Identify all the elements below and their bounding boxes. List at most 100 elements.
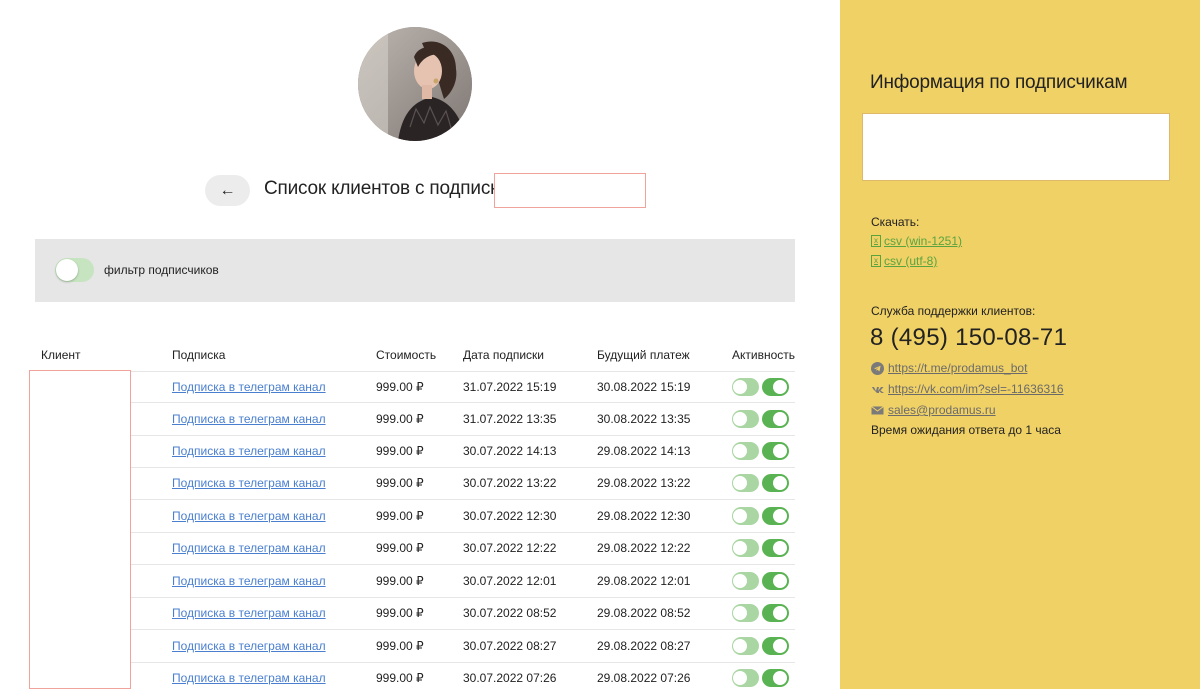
table-row: Подписка в телеграм канал 999.00 ₽ 31.07… [29, 404, 795, 436]
telegram-link-label: https://t.me/prodamus_bot [888, 361, 1028, 375]
activity-toggle[interactable] [762, 604, 789, 622]
telegram-icon [871, 361, 884, 375]
redacted-client-column [29, 370, 131, 689]
sidebar-title: Информация по подписчикам [870, 72, 1128, 93]
table-row: Подписка в телеграм канал 999.00 ₽ 30.07… [29, 598, 795, 630]
info-sidebar: Информация по подписчикам Скачать: x csv… [840, 0, 1200, 689]
vk-icon [871, 383, 884, 396]
subscription-link[interactable]: Подписка в телеграм канал [172, 671, 326, 685]
subscription-link[interactable]: Подписка в телеграм канал [172, 412, 326, 426]
vk-link-label: https://vk.com/im?sel=-11636316 [888, 382, 1064, 396]
page-title: Список клиентов с подписками [264, 178, 533, 199]
activity-toggle-secondary[interactable] [732, 572, 759, 590]
next-payment-cell: 29.08.2022 07:26 [597, 671, 691, 685]
price-cell: 999.00 ₽ [376, 412, 424, 426]
table-row: Подписка в телеграм канал 999.00 ₽ 31.07… [29, 371, 795, 403]
next-payment-cell: 29.08.2022 12:01 [597, 574, 691, 588]
table-row: Подписка в телеграм канал 999.00 ₽ 30.07… [29, 631, 795, 663]
next-payment-cell: 29.08.2022 12:30 [597, 509, 691, 523]
activity-toggle[interactable] [762, 637, 789, 655]
activity-toggle-secondary[interactable] [732, 410, 759, 428]
download-csv-win1251-link[interactable]: x csv (win-1251) [871, 234, 962, 248]
download-label: Скачать: [871, 215, 920, 229]
date-cell: 30.07.2022 12:01 [463, 574, 557, 588]
telegram-link[interactable]: https://t.me/prodamus_bot [871, 361, 1027, 375]
date-cell: 30.07.2022 13:22 [463, 476, 557, 490]
redacted-info-box [862, 113, 1170, 181]
activity-toggle-secondary[interactable] [732, 474, 759, 492]
price-cell: 999.00 ₽ [376, 380, 424, 394]
email-link-label: sales@prodamus.ru [888, 403, 996, 417]
price-cell: 999.00 ₽ [376, 444, 424, 458]
mail-icon [871, 404, 884, 417]
table-row: Подписка в телеграм канал 999.00 ₽ 30.07… [29, 501, 795, 533]
column-header-client: Клиент [41, 348, 81, 362]
subscription-link[interactable]: Подписка в телеграм канал [172, 639, 326, 653]
subscription-link[interactable]: Подписка в телеграм канал [172, 476, 326, 490]
activity-toggle[interactable] [762, 442, 789, 460]
activity-toggle[interactable] [762, 378, 789, 396]
activity-toggle[interactable] [762, 669, 789, 687]
toggle-knob [56, 259, 78, 281]
activity-toggle-secondary[interactable] [732, 378, 759, 396]
date-cell: 30.07.2022 12:30 [463, 509, 557, 523]
activity-toggle-secondary[interactable] [732, 539, 759, 557]
column-header-date: Дата подписки [463, 348, 544, 362]
support-phone: 8 (495) 150-08-71 [870, 324, 1068, 351]
column-header-activity: Активность [732, 348, 796, 362]
price-cell: 999.00 ₽ [376, 509, 424, 523]
excel-file-icon: x [871, 255, 881, 267]
date-cell: 30.07.2022 08:52 [463, 606, 557, 620]
redacted-title-field [494, 173, 646, 208]
subscription-link[interactable]: Подписка в телеграм канал [172, 606, 326, 620]
activity-toggle-secondary[interactable] [732, 442, 759, 460]
activity-toggle[interactable] [762, 507, 789, 525]
excel-file-icon: x [871, 235, 881, 247]
download-link-label: csv (utf-8) [884, 254, 938, 268]
activity-toggle-secondary[interactable] [732, 507, 759, 525]
subscription-link[interactable]: Подписка в телеграм канал [172, 380, 326, 394]
price-cell: 999.00 ₽ [376, 639, 424, 653]
next-payment-cell: 29.08.2022 14:13 [597, 444, 691, 458]
subscription-link[interactable]: Подписка в телеграм канал [172, 541, 326, 555]
subscription-link[interactable]: Подписка в телеграм канал [172, 574, 326, 588]
download-link-label: csv (win-1251) [884, 234, 963, 248]
email-link[interactable]: sales@prodamus.ru [871, 403, 996, 417]
next-payment-cell: 29.08.2022 08:52 [597, 606, 691, 620]
activity-toggle-secondary[interactable] [732, 637, 759, 655]
price-cell: 999.00 ₽ [376, 476, 424, 490]
activity-toggle[interactable] [762, 474, 789, 492]
next-payment-cell: 29.08.2022 08:27 [597, 639, 691, 653]
filter-toggle[interactable] [55, 258, 94, 282]
back-button[interactable]: ← [205, 175, 250, 206]
download-csv-utf8-link[interactable]: x csv (utf-8) [871, 254, 937, 268]
activity-toggle[interactable] [762, 539, 789, 557]
date-cell: 31.07.2022 13:35 [463, 412, 557, 426]
table-row: Подписка в телеграм канал 999.00 ₽ 30.07… [29, 566, 795, 598]
next-payment-cell: 29.08.2022 13:22 [597, 476, 691, 490]
filter-bar: фильтр подписчиков [35, 239, 795, 302]
column-header-subscription: Подписка [172, 348, 226, 362]
next-payment-cell: 29.08.2022 12:22 [597, 541, 691, 555]
subscription-link[interactable]: Подписка в телеграм канал [172, 444, 326, 458]
activity-toggle-secondary[interactable] [732, 604, 759, 622]
column-header-price: Стоимость [376, 348, 437, 362]
arrow-left-icon: ← [219, 181, 236, 199]
activity-toggle[interactable] [762, 572, 789, 590]
price-cell: 999.00 ₽ [376, 671, 424, 685]
price-cell: 999.00 ₽ [376, 606, 424, 620]
support-label: Служба поддержки клиентов: [871, 304, 1036, 318]
date-cell: 30.07.2022 14:13 [463, 444, 557, 458]
date-cell: 30.07.2022 07:26 [463, 671, 557, 685]
next-payment-cell: 30.08.2022 13:35 [597, 412, 691, 426]
table-row: Подписка в телеграм канал 999.00 ₽ 30.07… [29, 468, 795, 500]
date-cell: 31.07.2022 15:19 [463, 380, 557, 394]
activity-toggle[interactable] [762, 410, 789, 428]
table-row: Подписка в телеграм канал 999.00 ₽ 30.07… [29, 533, 795, 565]
activity-toggle-secondary[interactable] [732, 669, 759, 687]
subscription-link[interactable]: Подписка в телеграм канал [172, 509, 326, 523]
response-time-note: Время ожидания ответа до 1 часа [871, 423, 1061, 437]
vk-link[interactable]: https://vk.com/im?sel=-11636316 [871, 382, 1064, 396]
table-row: Подписка в телеграм канал 999.00 ₽ 30.07… [29, 663, 795, 689]
avatar [358, 27, 472, 141]
